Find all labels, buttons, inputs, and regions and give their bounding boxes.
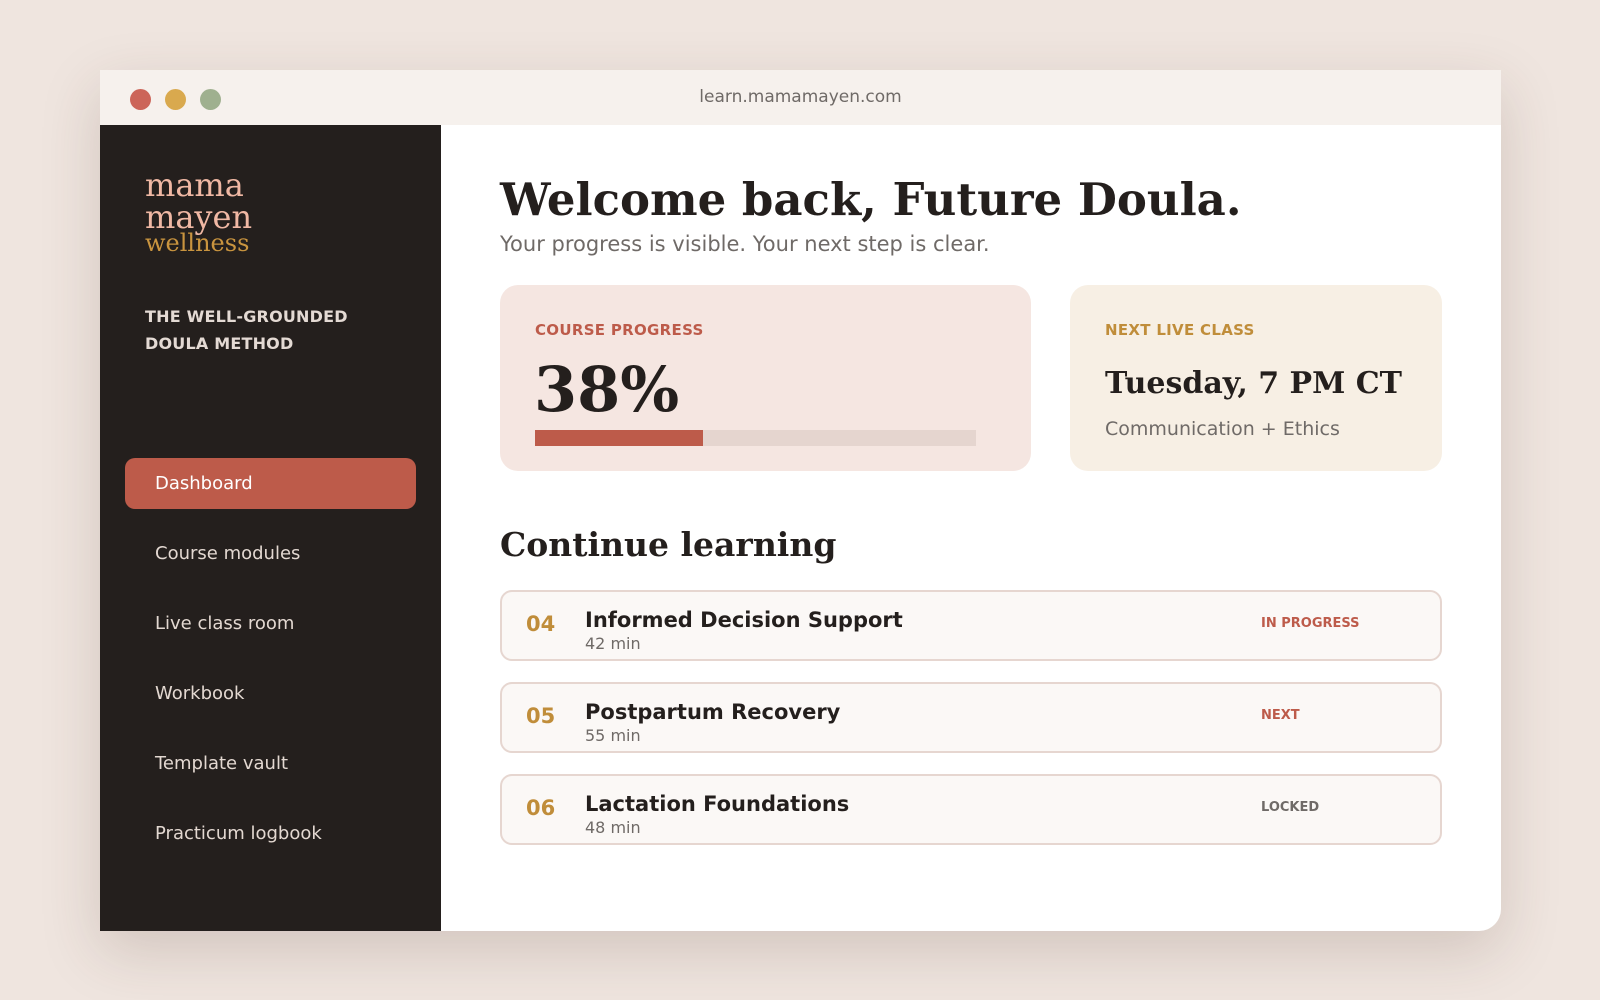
- module-number: 04: [526, 612, 556, 636]
- module-title: Lactation Foundations: [585, 792, 850, 816]
- next-live-class-card[interactable]: NEXT LIVE CLASS Tuesday, 7 PM CT Communi…: [1070, 285, 1442, 471]
- sidebar: mama mayen wellness THE WELL-GROUNDED DO…: [100, 125, 441, 931]
- module-title: Postpartum Recovery: [585, 700, 841, 724]
- sidebar-item-course-modules[interactable]: Course modules: [125, 528, 416, 579]
- course-progress-label: COURSE PROGRESS: [535, 321, 704, 339]
- sidebar-item-dashboard[interactable]: Dashboard: [125, 458, 416, 509]
- module-number: 06: [526, 796, 556, 820]
- course-progress-card: COURSE PROGRESS 38%: [500, 285, 1031, 471]
- address-bar-url[interactable]: learn.mamamayen.com: [100, 87, 1501, 107]
- sidebar-item-live-class-room[interactable]: Live class room: [125, 598, 416, 649]
- sidebar-item-workbook[interactable]: Workbook: [125, 668, 416, 719]
- module-row[interactable]: 05 Postpartum Recovery 55 min NEXT: [500, 682, 1442, 753]
- next-live-class-topic: Communication + Ethics: [1105, 418, 1340, 440]
- logo-line-wellness: wellness: [145, 229, 250, 257]
- course-progress-bar: [535, 430, 976, 446]
- continue-learning-title: Continue learning: [500, 525, 837, 564]
- module-row[interactable]: 06 Lactation Foundations 48 min LOCKED: [500, 774, 1442, 845]
- main-content: Welcome back, Future Doula. Your progres…: [441, 125, 1501, 931]
- module-title: Informed Decision Support: [585, 608, 903, 632]
- module-status-badge: LOCKED: [1261, 800, 1320, 815]
- browser-titlebar: learn.mamamayen.com: [100, 70, 1501, 125]
- page-subtitle: Your progress is visible. Your next step…: [500, 232, 990, 256]
- module-list: 04 Informed Decision Support 42 min IN P…: [500, 590, 1442, 866]
- sidebar-item-template-vault[interactable]: Template vault: [125, 738, 416, 789]
- module-duration: 48 min: [585, 818, 641, 837]
- next-live-class-label: NEXT LIVE CLASS: [1105, 321, 1255, 339]
- course-progress-bar-fill: [535, 430, 703, 446]
- program-name: THE WELL-GROUNDED DOULA METHOD: [145, 307, 348, 353]
- logo-line-mama: mama: [145, 166, 244, 204]
- brand-logo[interactable]: mama mayen wellness: [145, 169, 252, 255]
- sidebar-nav: Dashboard Course modules Live class room…: [125, 458, 416, 878]
- page-title: Welcome back, Future Doula.: [500, 173, 1242, 226]
- sidebar-item-practicum-logbook[interactable]: Practicum logbook: [125, 808, 416, 859]
- next-live-class-day: Tuesday, 7 PM CT: [1105, 366, 1402, 401]
- module-status-badge: IN PROGRESS: [1261, 616, 1360, 631]
- browser-window: learn.mamamayen.com mama mayen wellness …: [100, 70, 1501, 931]
- module-row[interactable]: 04 Informed Decision Support 42 min IN P…: [500, 590, 1442, 661]
- module-status-badge: NEXT: [1261, 708, 1300, 723]
- module-duration: 42 min: [585, 634, 641, 653]
- module-duration: 55 min: [585, 726, 641, 745]
- course-progress-value: 38%: [534, 353, 680, 426]
- module-number: 05: [526, 704, 556, 728]
